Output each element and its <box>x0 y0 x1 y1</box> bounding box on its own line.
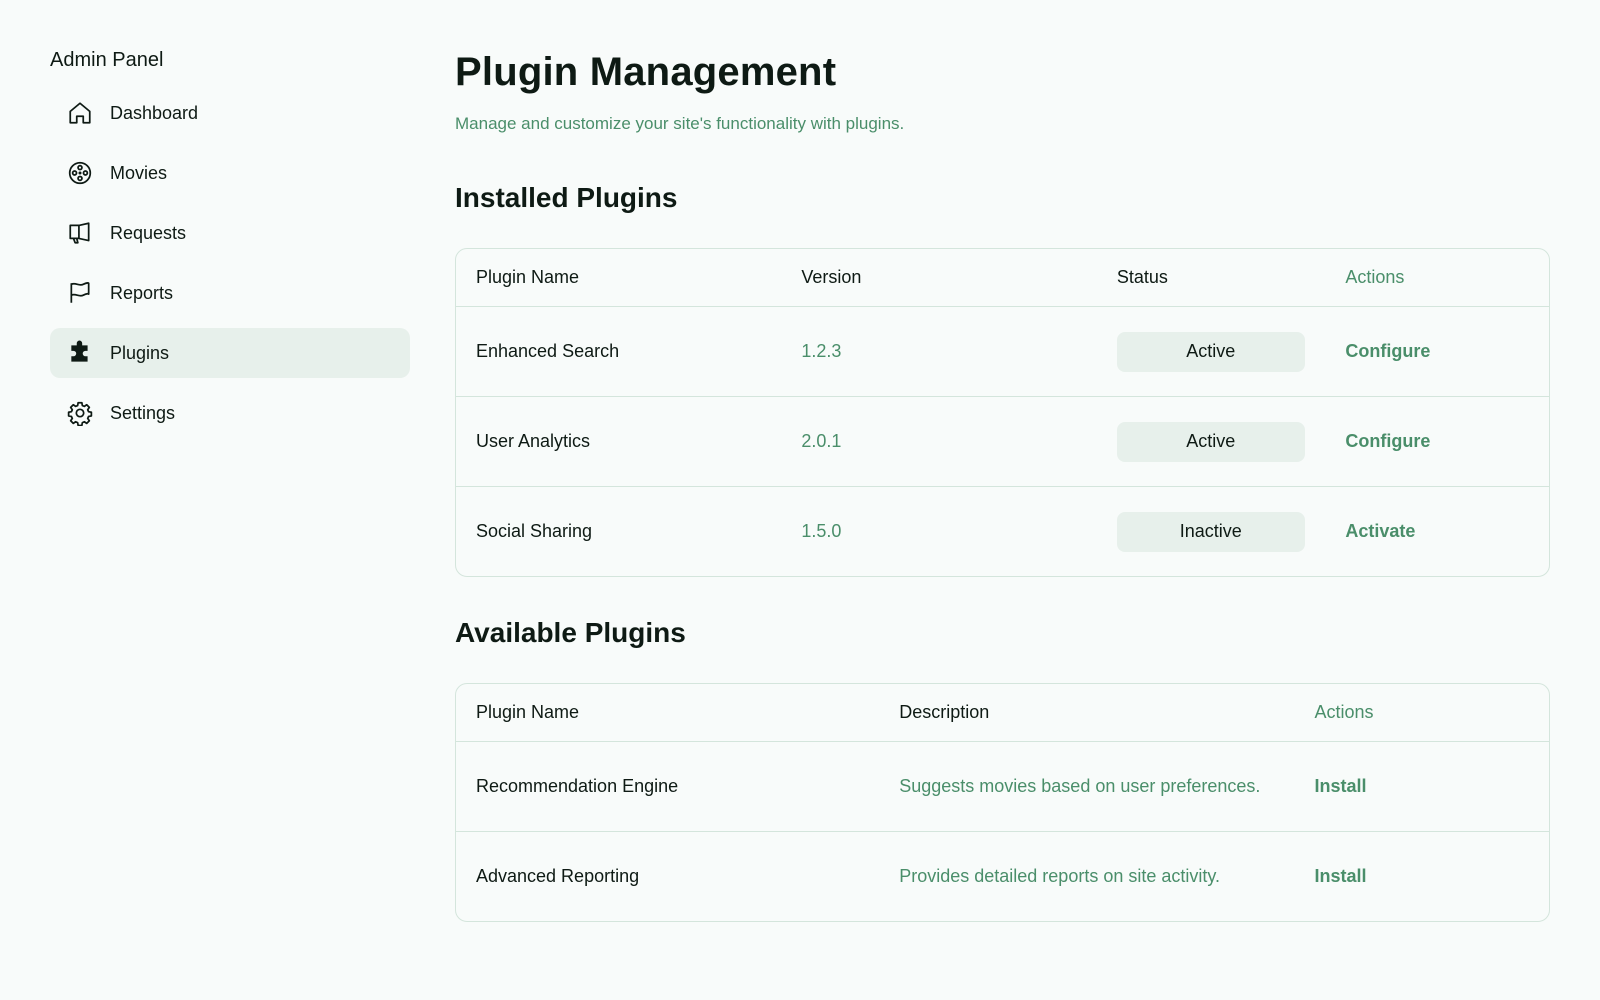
action-cell: Activate <box>1325 521 1549 542</box>
activate-button[interactable]: Activate <box>1345 521 1415 541</box>
column-header-status: Status <box>1116 267 1168 287</box>
install-button[interactable]: Install <box>1314 776 1366 796</box>
sidebar-item-settings[interactable]: Settings <box>50 388 410 438</box>
plugin-name: Advanced Reporting <box>476 866 640 886</box>
table-header: Plugin Name Version Status Actions <box>456 249 1549 306</box>
app: Admin Panel Dashboard Movies Requests Re… <box>0 0 1600 1000</box>
status-cell: Active <box>1097 331 1326 372</box>
status-cell: Inactive <box>1097 511 1326 552</box>
puzzle-icon <box>66 339 94 367</box>
status-badge[interactable]: Inactive <box>1116 511 1305 552</box>
table-row: Advanced Reporting Provides detailed rep… <box>456 831 1549 921</box>
sidebar-item-label: Requests <box>110 222 187 243</box>
page-subtitle: Manage and customize your site's functio… <box>455 114 905 133</box>
flag-icon <box>66 279 94 307</box>
plugin-version: 1.5.0 <box>801 521 842 541</box>
action-cell: Configure <box>1325 431 1549 452</box>
sidebar-item-label: Reports <box>110 282 174 303</box>
sidebar-item-reports[interactable]: Reports <box>50 268 410 318</box>
action-cell: Install <box>1294 776 1549 797</box>
install-button[interactable]: Install <box>1314 866 1366 886</box>
installed-plugins-table: Plugin Name Version Status Actions Enhan… <box>455 248 1550 577</box>
column-header-plugin-name: Plugin Name <box>476 267 580 287</box>
table-row: Enhanced Search 1.2.3 Active Configure <box>456 306 1549 396</box>
status-badge[interactable]: Active <box>1116 331 1305 372</box>
column-header-version: Version <box>801 267 862 287</box>
configure-button[interactable]: Configure <box>1345 431 1430 451</box>
main-content: Plugin Management Manage and customize y… <box>455 44 1550 922</box>
configure-button[interactable]: Configure <box>1345 341 1430 361</box>
table-header: Plugin Name Description Actions <box>456 684 1549 741</box>
plugin-name: User Analytics <box>476 431 591 451</box>
column-header-description: Description <box>899 702 990 722</box>
installed-plugins-heading: Installed Plugins <box>455 182 678 213</box>
plugin-name: Recommendation Engine <box>476 776 679 796</box>
plugin-description: Suggests movies based on user preference… <box>899 776 1261 796</box>
sidebar-item-label: Settings <box>110 402 176 423</box>
available-plugins-table: Plugin Name Description Actions Recommen… <box>455 683 1550 922</box>
page-title: Plugin Management <box>455 50 837 94</box>
plugin-name: Social Sharing <box>476 521 593 541</box>
gear-icon <box>66 399 94 427</box>
column-header-plugin-name: Plugin Name <box>476 702 580 722</box>
sidebar-item-plugins[interactable]: Plugins <box>50 328 410 378</box>
status-cell: Active <box>1097 421 1326 462</box>
sidebar-item-label: Plugins <box>110 342 170 363</box>
table-row: Social Sharing 1.5.0 Inactive Activate <box>456 486 1549 576</box>
column-header-actions: Actions <box>1345 267 1405 287</box>
sidebar-item-requests[interactable]: Requests <box>50 208 410 258</box>
sidebar-title: Admin Panel <box>50 49 164 71</box>
sidebar: Admin Panel Dashboard Movies Requests Re… <box>50 46 410 448</box>
megaphone-icon <box>66 219 94 247</box>
plugin-version: 1.2.3 <box>801 341 842 361</box>
plugin-description: Provides detailed reports on site activi… <box>899 866 1221 886</box>
action-cell: Configure <box>1325 341 1549 362</box>
sidebar-item-dashboard[interactable]: Dashboard <box>50 88 410 138</box>
table-row: User Analytics 2.0.1 Active Configure <box>456 396 1549 486</box>
status-badge[interactable]: Active <box>1116 421 1305 462</box>
action-cell: Install <box>1294 866 1549 887</box>
plugin-name: Enhanced Search <box>476 341 620 361</box>
sidebar-item-label: Dashboard <box>110 102 199 123</box>
table-row: Recommendation Engine Suggests movies ba… <box>456 741 1549 831</box>
home-icon <box>66 99 94 127</box>
sidebar-item-label: Movies <box>110 162 168 183</box>
plugin-version: 2.0.1 <box>801 431 842 451</box>
column-header-actions: Actions <box>1314 702 1374 722</box>
film-reel-icon <box>66 159 94 187</box>
sidebar-item-movies[interactable]: Movies <box>50 148 410 198</box>
available-plugins-heading: Available Plugins <box>455 617 686 648</box>
